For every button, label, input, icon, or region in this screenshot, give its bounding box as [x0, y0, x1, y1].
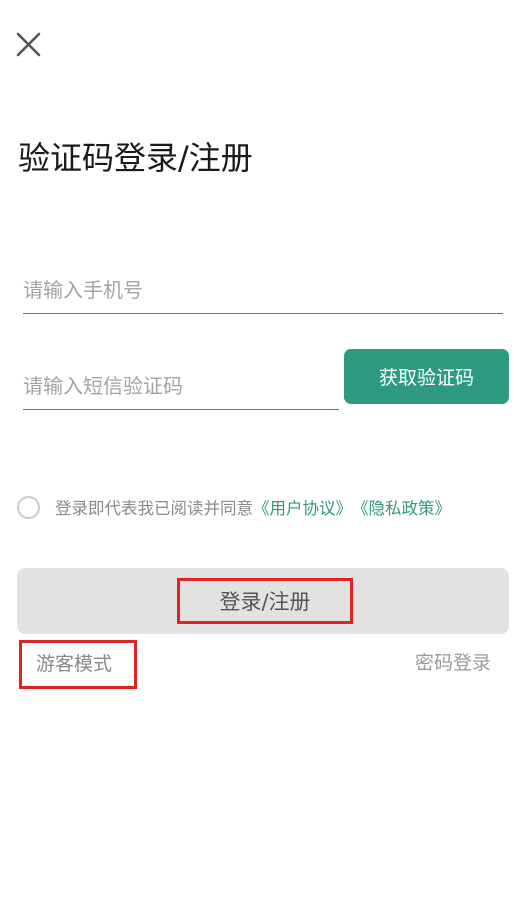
guest-mode-link[interactable]: 游客模式 [19, 640, 137, 689]
privacy-policy-link[interactable]: 《隐私政策》 [352, 495, 451, 519]
login-register-label: 登录/注册 [177, 578, 353, 624]
login-register-button[interactable]: 登录/注册 [17, 568, 509, 634]
agreement-radio[interactable] [17, 495, 40, 519]
sms-code-input[interactable] [23, 362, 339, 409]
code-field-container [23, 362, 339, 410]
close-icon [16, 32, 41, 57]
get-code-button[interactable]: 获取验证码 [344, 349, 509, 404]
agreement-text: 登录即代表我已阅读并同意 [55, 499, 253, 518]
page-title: 验证码登录/注册 [18, 139, 253, 177]
password-login-link[interactable]: 密码登录 [415, 648, 491, 675]
agreement-row: 登录即代表我已阅读并同意 《用户协议》 《隐私政策》 [17, 492, 451, 522]
close-button[interactable] [12, 28, 44, 60]
phone-field-container [23, 266, 503, 314]
phone-input[interactable] [23, 266, 503, 313]
user-agreement-link[interactable]: 《用户协议》 [253, 495, 352, 519]
get-code-button-label: 获取验证码 [378, 367, 474, 389]
